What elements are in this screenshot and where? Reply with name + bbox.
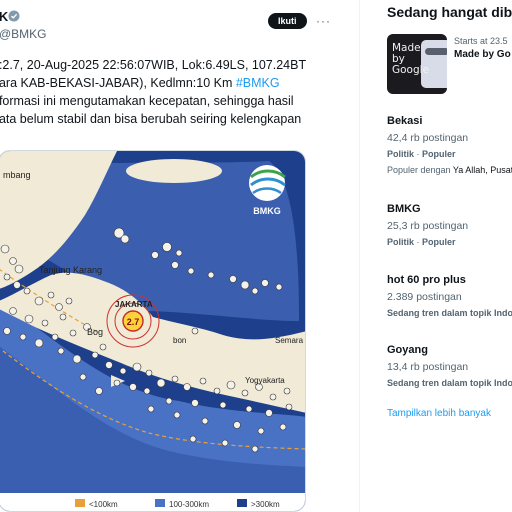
more-options-icon[interactable]: ··· (316, 14, 331, 28)
trend-event[interactable]: Made by Google Starts at 23.5 Made by Go (387, 34, 512, 94)
trend-context: Sedang tren dalam topik Indo (387, 308, 512, 318)
trend-post-count: 42,4 rb postingan (387, 132, 469, 144)
place-label: mbang (3, 170, 31, 180)
trend-item[interactable]: hot 60 pro plus 2.389 postingan Sedang t… (387, 274, 512, 318)
tweet-line-2: gara KAB-BEKASI-JABAR), Kedlmn:10 Km (0, 76, 236, 90)
trend-context: Sedang tren dalam topik Indo (387, 378, 512, 388)
show-more-link[interactable]: Tampilkan lebih banyak (387, 408, 491, 419)
verified-badge-icon (8, 10, 20, 22)
trend-popular-with: Populer dengan Ya Allah, Pusat (387, 165, 512, 175)
trend-name: Bekasi (387, 115, 423, 127)
trend-name: Goyang (387, 344, 428, 356)
event-thumbnail: Made by Google (387, 34, 447, 94)
earthquake-map-image[interactable]: 2.7 mbang Tanjung Karang JAKARTA Bog bon… (0, 150, 306, 512)
trend-name: hot 60 pro plus (387, 274, 466, 286)
trend-item[interactable]: Bekasi 42,4 rb postingan Politik · Popul… (387, 115, 512, 175)
tweet-text: g:2.7, 20-Aug-2025 22:56:07WIB, Lok:6.49… (0, 56, 352, 128)
trends-sidebar: Sedang hangat dibica Made by Google Star… (372, 0, 512, 512)
place-label: Tanjung Karang (39, 265, 102, 275)
magnitude-label: 2.7 (127, 317, 140, 327)
earthquake-map: 2.7 mbang Tanjung Karang JAKARTA Bog bon… (0, 151, 305, 511)
trends-title: Sedang hangat dibica (387, 4, 512, 20)
place-label: JAKARTA (115, 300, 153, 309)
trend-category: Politik · Populer (387, 149, 456, 159)
tweet-line-4: data belum stabil dan bisa berubah seiri… (0, 112, 302, 126)
trend-item[interactable]: BMKG 25,3 rb postingan Politik · Populer (387, 203, 512, 247)
trend-post-count: 2.389 postingan (387, 291, 462, 303)
trend-post-count: 25,3 rb postingan (387, 220, 469, 232)
tweet-line-3: nformasi ini mengutamakan kecepatan, seh… (0, 94, 294, 108)
trend-item[interactable]: Goyang 13,4 rb postingan Sedang tren dal… (387, 344, 512, 388)
map-legend: <100km 100-300km >300km (0, 493, 305, 511)
bmkg-logo: BMKG (249, 165, 286, 216)
place-label: bon (173, 336, 186, 345)
tweet-column: MKG @BMKG Ikuti ··· g:2.7, 20-Aug-2025 2… (0, 0, 360, 512)
trend-category: Politik · Populer (387, 237, 456, 247)
legend-label: 100-300km (169, 500, 209, 509)
hashtag-link[interactable]: #BMKG (236, 76, 280, 90)
place-label: Yogyakarta (245, 376, 285, 385)
trend-name: BMKG (387, 203, 421, 215)
tweet-line-1: g:2.7, 20-Aug-2025 22:56:07WIB, Lok:6.49… (0, 58, 307, 72)
legend-label: <100km (89, 500, 118, 509)
legend-label: >300km (251, 500, 280, 509)
bmkg-logo-text: BMKG (253, 206, 281, 216)
place-label: Semara (275, 336, 304, 345)
author-handle[interactable]: @BMKG (0, 27, 47, 41)
event-title: Made by Go (454, 49, 511, 60)
follow-button[interactable]: Ikuti (268, 13, 307, 29)
trend-post-count: 13,4 rb postingan (387, 361, 469, 373)
tweet-header: MKG @BMKG Ikuti ··· (0, 6, 359, 41)
thumb-text: Made by Google (392, 42, 430, 76)
event-time: Starts at 23.5 (454, 36, 508, 46)
place-label: Bog (87, 327, 103, 337)
